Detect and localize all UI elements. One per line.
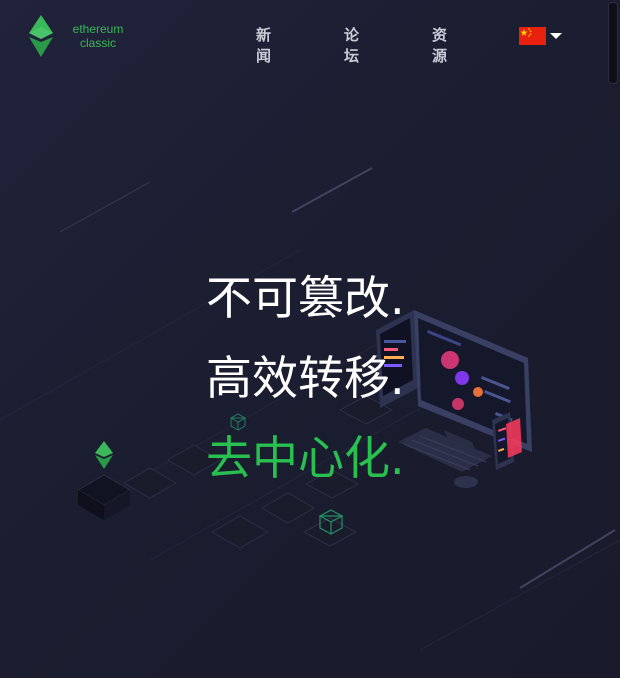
hero-line-decentralized: 去中心化. — [206, 431, 405, 485]
nav-link-news[interactable]: 新闻 — [256, 24, 271, 66]
scrollbar-thumb[interactable] — [608, 2, 618, 84]
hero-line-transfer: 高效转移. — [206, 351, 405, 405]
site-logo[interactable]: ethereum classic — [26, 14, 136, 58]
site-header: ethereum classic 新闻 论坛 资源 — [0, 0, 620, 72]
language-selector[interactable] — [519, 27, 565, 47]
logo-line-2: classic — [79, 36, 116, 50]
cn-flag-icon — [519, 27, 546, 45]
nav-link-resources[interactable]: 资源 — [432, 24, 447, 66]
etc-logo-icon — [29, 15, 53, 57]
hero-headline: 不可篡改. 高效转移. 去中心化. — [206, 258, 405, 498]
logo-line-1: ethereum — [72, 22, 124, 36]
caret-down-icon — [550, 33, 562, 39]
hero-line-immutable: 不可篡改. — [206, 271, 405, 325]
nav-link-forum[interactable]: 论坛 — [344, 24, 359, 66]
logo-wordmark: ethereum classic — [68, 22, 128, 50]
